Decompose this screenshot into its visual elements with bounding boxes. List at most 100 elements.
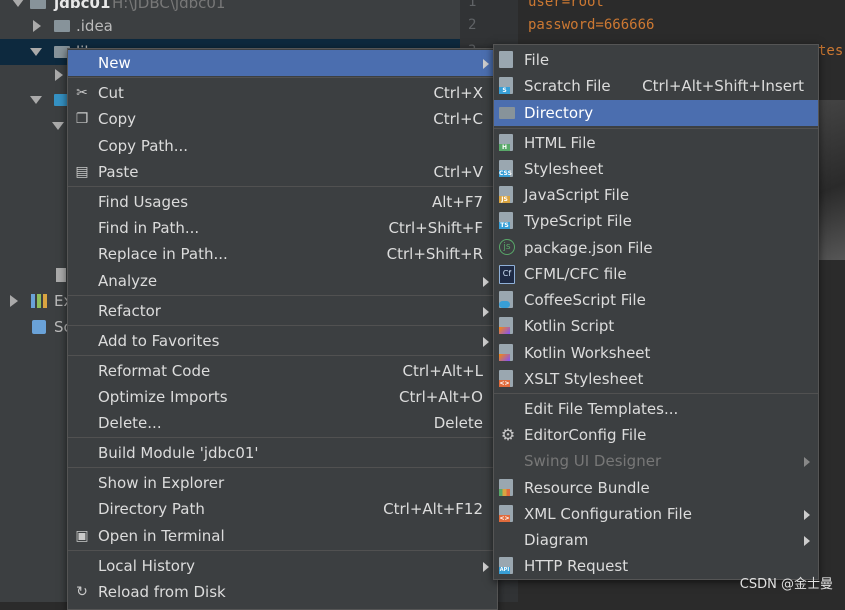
submenu-arrow-icon <box>483 337 489 347</box>
menu-item-label: HTML File <box>524 134 596 152</box>
menu-item-paste[interactable]: ▤ Paste Ctrl+V <box>68 159 497 185</box>
kotlin-icon <box>499 317 513 334</box>
watermark: CSDN @金士曼 <box>739 577 833 592</box>
submenu-item-edit-file-templates[interactable]: Edit File Templates... <box>494 396 818 422</box>
menu-item-label: New <box>98 54 131 72</box>
resource-bundle-icon <box>499 479 513 496</box>
submenu-item-typescript-file[interactable]: TS TypeScript File <box>494 208 818 234</box>
menu-item-new[interactable]: New <box>68 50 497 76</box>
submenu-item-xslt-stylesheet[interactable]: <> XSLT Stylesheet <box>494 366 818 392</box>
submenu-item-xml-configuration-file[interactable]: <> XML Configuration File <box>494 501 818 527</box>
menu-item-label: XML Configuration File <box>524 505 692 523</box>
menu-item-label: Show in Explorer <box>98 474 225 492</box>
menu-item-directory-path[interactable]: Directory Path Ctrl+Alt+F12 <box>68 496 497 522</box>
ts-file-icon: TS <box>499 212 513 229</box>
code-line: user=root <box>528 0 604 10</box>
menu-item-shortcut: Ctrl+Alt+Shift+Insert <box>642 77 804 95</box>
reload-icon: ↻ <box>76 584 88 600</box>
submenu-item-kotlin-worksheet[interactable]: Kotlin Worksheet <box>494 340 818 366</box>
gear-icon: ⚙ <box>500 425 516 444</box>
submenu-item-editorconfig-file[interactable]: ⚙ EditorConfig File <box>494 422 818 448</box>
submenu-item-cfml-file[interactable]: Cf CFML/CFC file <box>494 261 818 287</box>
menu-item-refactor[interactable]: Refactor <box>68 298 497 324</box>
collapse-arrow-icon[interactable] <box>10 295 18 307</box>
menu-item-replace-in-path[interactable]: Replace in Path... Ctrl+Shift+R <box>68 241 497 267</box>
collapse-arrow-icon[interactable] <box>55 69 63 81</box>
menu-item-label: CFML/CFC file <box>524 265 627 283</box>
menu-item-label: Analyze <box>98 272 158 290</box>
menu-item-label: CoffeeScript File <box>524 291 646 309</box>
line-number: 2 <box>468 17 477 33</box>
menu-item-label: Edit File Templates... <box>524 400 679 418</box>
css-file-icon: CSS <box>499 160 513 177</box>
menu-item-find-in-path[interactable]: Find in Path... Ctrl+Shift+F <box>68 215 497 241</box>
menu-item-label: TypeScript File <box>524 212 632 230</box>
submenu-item-diagram[interactable]: Diagram <box>494 527 818 553</box>
menu-separator <box>494 128 818 129</box>
menu-item-label: Stylesheet <box>524 160 604 178</box>
submenu-item-package-json[interactable]: js package.json File <box>494 235 818 261</box>
folder-icon <box>499 107 515 119</box>
menu-item-label: Open in Terminal <box>98 527 225 545</box>
menu-separator <box>68 186 497 187</box>
expand-arrow-icon[interactable] <box>30 96 42 104</box>
file-icon <box>56 268 66 282</box>
submenu-item-stylesheet[interactable]: CSS Stylesheet <box>494 156 818 182</box>
submenu-item-coffeescript-file[interactable]: CoffeeScript File <box>494 287 818 313</box>
html-file-icon: H <box>499 134 513 151</box>
submenu-arrow-icon <box>804 510 810 520</box>
context-menu: New ✂ Cut Ctrl+X ❐ Copy Ctrl+C Copy Path... … <box>67 48 498 610</box>
submenu-item-html-file[interactable]: H HTML File <box>494 130 818 156</box>
menu-item-build-module[interactable]: Build Module 'jdbc01' <box>68 440 497 466</box>
submenu-arrow-icon <box>483 562 489 572</box>
new-submenu: File S Scratch File Ctrl+Alt+Shift+Insert … <box>493 44 819 580</box>
menu-separator <box>68 467 497 468</box>
menu-item-label: Add to Favorites <box>98 332 220 350</box>
tree-row-idea[interactable]: .idea <box>0 13 460 39</box>
menu-item-label: Delete... <box>98 414 162 432</box>
menu-item-find-usages[interactable]: Find Usages Alt+F7 <box>68 189 497 215</box>
submenu-item-kotlin-script[interactable]: Kotlin Script <box>494 313 818 339</box>
menu-item-analyze[interactable]: Analyze <box>68 268 497 294</box>
menu-item-local-history[interactable]: Local History <box>68 553 497 579</box>
nodejs-icon: js <box>499 239 515 255</box>
collapse-arrow-icon[interactable] <box>33 20 41 32</box>
coffeescript-icon <box>499 291 513 308</box>
submenu-item-directory[interactable]: Directory <box>494 100 818 126</box>
menu-item-label: Scratch File <box>524 77 611 95</box>
submenu-arrow-icon <box>804 457 810 467</box>
line-number: 1 <box>468 0 477 10</box>
submenu-item-file[interactable]: File <box>494 47 818 73</box>
menu-item-label: Swing UI Designer <box>524 452 662 470</box>
menu-separator <box>68 355 497 356</box>
menu-item-show-in-explorer[interactable]: Show in Explorer <box>68 470 497 496</box>
menu-item-label: EditorConfig File <box>524 426 647 444</box>
menu-separator <box>68 437 497 438</box>
submenu-item-javascript-file[interactable]: JS JavaScript File <box>494 182 818 208</box>
expand-arrow-icon[interactable] <box>52 122 64 130</box>
menu-item-copy[interactable]: ❐ Copy Ctrl+C <box>68 106 497 132</box>
expand-arrow-icon[interactable] <box>30 48 42 56</box>
menu-item-cut[interactable]: ✂ Cut Ctrl+X <box>68 80 497 106</box>
menu-item-shortcut: Ctrl+Alt+F12 <box>383 500 483 518</box>
submenu-arrow-icon <box>804 536 810 546</box>
scratches-icon <box>32 320 46 334</box>
expand-arrow-icon[interactable] <box>12 0 24 7</box>
menu-item-optimize-imports[interactable]: Optimize Imports Ctrl+Alt+O <box>68 384 497 410</box>
menu-separator <box>494 393 818 394</box>
code-line: password=666666 <box>528 17 655 33</box>
submenu-item-resource-bundle[interactable]: Resource Bundle <box>494 475 818 501</box>
menu-item-add-to-favorites[interactable]: Add to Favorites <box>68 328 497 354</box>
menu-item-shortcut: Ctrl+C <box>433 110 483 128</box>
submenu-item-swing-ui-designer: Swing UI Designer <box>494 448 818 474</box>
copy-icon: ❐ <box>75 111 89 127</box>
menu-item-reformat-code[interactable]: Reformat Code Ctrl+Alt+L <box>68 358 497 384</box>
menu-item-open-in-terminal[interactable]: ▣ Open in Terminal <box>68 523 497 549</box>
menu-item-label: JavaScript File <box>524 186 630 204</box>
menu-item-shortcut: Ctrl+X <box>433 84 483 102</box>
submenu-arrow-icon <box>483 307 489 317</box>
menu-item-delete[interactable]: Delete... Delete <box>68 410 497 436</box>
menu-item-reload-from-disk[interactable]: ↻ Reload from Disk <box>68 579 497 605</box>
submenu-item-scratch-file[interactable]: S Scratch File Ctrl+Alt+Shift+Insert <box>494 73 818 99</box>
menu-item-copy-path[interactable]: Copy Path... <box>68 133 497 159</box>
